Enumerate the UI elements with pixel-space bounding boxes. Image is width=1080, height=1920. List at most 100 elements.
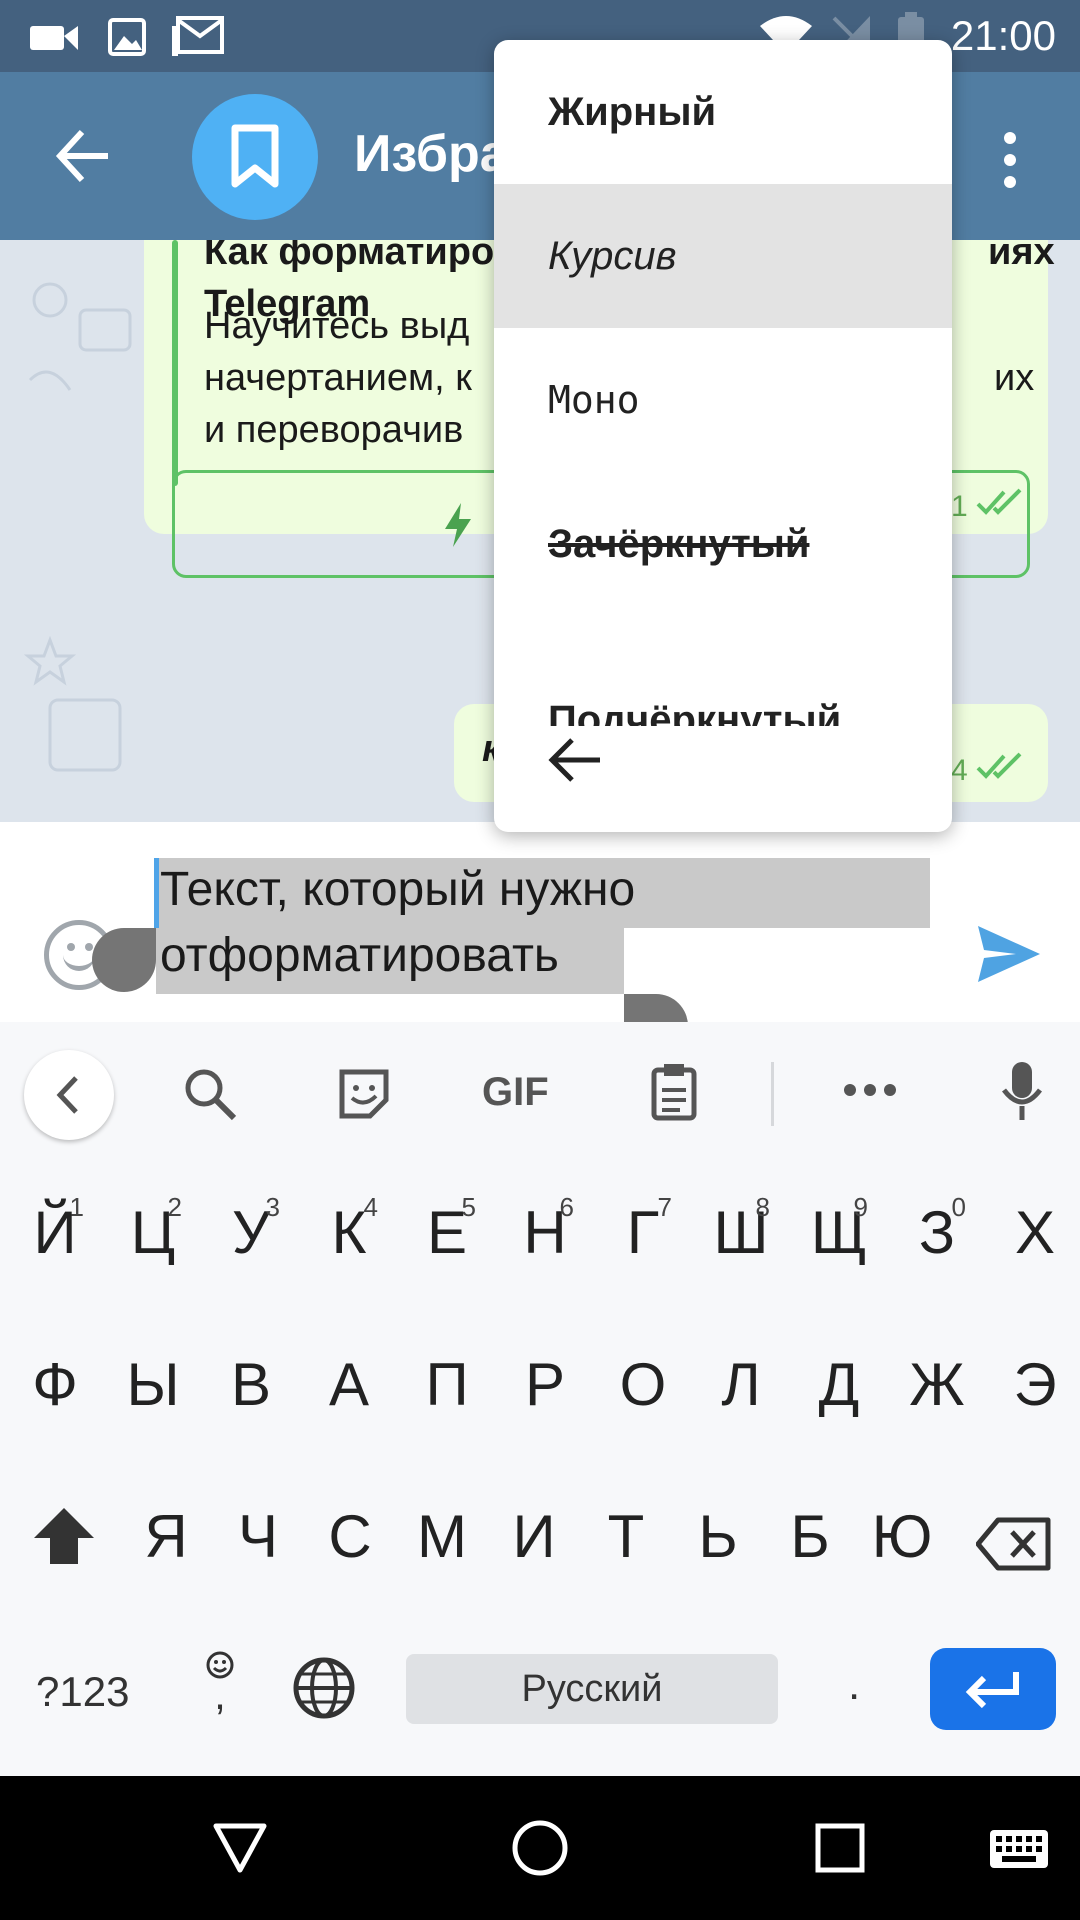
- home-circle-icon[interactable]: [510, 1818, 570, 1883]
- back-triangle-icon[interactable]: [212, 1822, 268, 1879]
- enter-key[interactable]: [930, 1648, 1056, 1730]
- key-4[interactable]: К4: [300, 1168, 398, 1298]
- key-row3-3[interactable]: С: [306, 1472, 394, 1602]
- key-row3-1[interactable]: Я: [122, 1472, 210, 1602]
- key-9[interactable]: Щ9: [790, 1168, 888, 1298]
- key-row2-9[interactable]: Д: [790, 1320, 888, 1450]
- arrow-back-icon[interactable]: [52, 124, 116, 188]
- status-time: 21:00: [950, 12, 1056, 59]
- mic-icon[interactable]: [1000, 1062, 1044, 1127]
- key-row3-4[interactable]: М: [398, 1472, 486, 1602]
- space-key[interactable]: Русский: [406, 1654, 778, 1724]
- key-hint: 5: [461, 1192, 476, 1222]
- toolbar-divider: [771, 1062, 774, 1126]
- selection-handle-start[interactable]: [92, 928, 156, 992]
- preview-accent-bar: [172, 240, 178, 486]
- keyboard: Й1Ц2У3К4Е5Н6Г7Ш8Щ9З0Х ФЫВАПРОЛДЖЭ ЯЧСМИТ…: [0, 1160, 1080, 1776]
- key-row2-3[interactable]: В: [202, 1320, 300, 1450]
- key-hint: 7: [657, 1192, 672, 1222]
- key-7[interactable]: Г7: [594, 1168, 692, 1298]
- more-horiz-icon[interactable]: [842, 1082, 898, 1103]
- double-check-icon: [976, 752, 1022, 779]
- menu-item-mono[interactable]: Моно: [494, 328, 952, 472]
- bookmark-icon: [231, 124, 279, 188]
- double-check-icon: [976, 488, 1022, 515]
- key-hint: 8: [755, 1192, 770, 1222]
- key-label: Х: [1014, 1199, 1056, 1266]
- menu-item-label: Зачёркнутый: [548, 522, 810, 566]
- message-meta: 4: [951, 752, 1026, 788]
- key-row3-7[interactable]: Ь: [674, 1472, 762, 1602]
- more-vert-icon[interactable]: [990, 128, 1030, 192]
- period-key[interactable]: .: [848, 1660, 860, 1710]
- key-3[interactable]: У3: [202, 1168, 300, 1298]
- format-menu: Жирный Курсив Моно Зачёркнутый Подчёркну…: [494, 40, 952, 832]
- key-row3-5[interactable]: И: [490, 1472, 578, 1602]
- keyboard-icon[interactable]: [988, 1828, 1050, 1875]
- menu-item-label: Жирный: [548, 90, 717, 134]
- key-6[interactable]: Н6: [496, 1168, 594, 1298]
- background-doodle-icon: [23, 282, 132, 772]
- message-input-line1[interactable]: Текст, который нужно: [160, 862, 635, 917]
- key-hint: 9: [853, 1192, 868, 1222]
- key-row2-7[interactable]: О: [594, 1320, 692, 1450]
- comma-key[interactable]: ,: [200, 1650, 240, 1716]
- preview-desc-end: их: [994, 357, 1035, 399]
- gmail-icon: [170, 16, 226, 63]
- key-hint: 4: [363, 1192, 378, 1222]
- key-row2-8[interactable]: Л: [692, 1320, 790, 1450]
- message-time: 4: [950, 754, 968, 787]
- menu-item-underline[interactable]: Подчёркнутый: [494, 658, 952, 726]
- gif-icon[interactable]: GIF: [482, 1070, 549, 1115]
- message-input-line2[interactable]: отформатировать: [160, 928, 559, 983]
- key-2[interactable]: Ц2: [104, 1168, 202, 1298]
- key-label: К: [331, 1199, 367, 1266]
- key-row2-6[interactable]: Р: [496, 1320, 594, 1450]
- send-icon[interactable]: [976, 924, 1042, 989]
- screen: 21:00 Избра Как форматиро Telegram иях Н…: [0, 0, 1080, 1920]
- backspace-key[interactable]: [975, 1516, 1052, 1577]
- key-row2-5[interactable]: П: [398, 1320, 496, 1450]
- key-row3-8[interactable]: Б: [766, 1472, 854, 1602]
- shift-key[interactable]: [32, 1506, 96, 1571]
- key-hint: 3: [265, 1192, 280, 1222]
- enter-arrow-icon: [965, 1672, 1019, 1709]
- key-10[interactable]: З0: [888, 1168, 986, 1298]
- avatar[interactable]: [192, 94, 318, 220]
- menu-item-label: Курсив: [548, 234, 677, 278]
- key-hint: 1: [69, 1192, 84, 1222]
- chat-title[interactable]: Избра: [354, 124, 509, 184]
- clipboard-icon[interactable]: [650, 1062, 698, 1127]
- image-icon: [108, 18, 146, 61]
- key-row3-2[interactable]: Ч: [214, 1472, 302, 1602]
- key-11[interactable]: Х: [986, 1168, 1080, 1298]
- menu-item-italic[interactable]: Курсив: [494, 184, 952, 328]
- key-row3-6[interactable]: Т: [582, 1472, 670, 1602]
- lightning-icon: [445, 503, 471, 547]
- key-5[interactable]: Е5: [398, 1168, 496, 1298]
- symbols-key[interactable]: ?123: [36, 1668, 129, 1716]
- key-row2-1[interactable]: Ф: [6, 1320, 104, 1450]
- key-hint: 0: [951, 1192, 966, 1222]
- recents-square-icon[interactable]: [814, 1822, 866, 1879]
- key-1[interactable]: Й1: [6, 1168, 104, 1298]
- arrow-back-icon[interactable]: [548, 736, 604, 784]
- message-input-area: Текст, который нужно отформатировать: [0, 822, 1080, 1058]
- search-icon[interactable]: [182, 1066, 238, 1127]
- key-label: У: [231, 1199, 271, 1266]
- key-8[interactable]: Ш8: [692, 1168, 790, 1298]
- menu-item-strikethrough[interactable]: Зачёркнутый: [494, 472, 952, 616]
- text-cursor: [154, 858, 159, 928]
- key-label: З: [918, 1199, 956, 1266]
- key-hint: 6: [559, 1192, 574, 1222]
- menu-item-bold[interactable]: Жирный: [494, 40, 952, 184]
- key-row2-11[interactable]: Э: [986, 1320, 1080, 1450]
- message-meta: 1: [951, 488, 1026, 524]
- key-row2-10[interactable]: Ж: [888, 1320, 986, 1450]
- sticker-icon[interactable]: [336, 1066, 392, 1127]
- key-row3-9[interactable]: Ю: [858, 1472, 946, 1602]
- key-row2-2[interactable]: Ы: [104, 1320, 202, 1450]
- chevron-left-icon[interactable]: [24, 1050, 114, 1140]
- key-row2-4[interactable]: А: [300, 1320, 398, 1450]
- globe-icon[interactable]: [292, 1656, 356, 1725]
